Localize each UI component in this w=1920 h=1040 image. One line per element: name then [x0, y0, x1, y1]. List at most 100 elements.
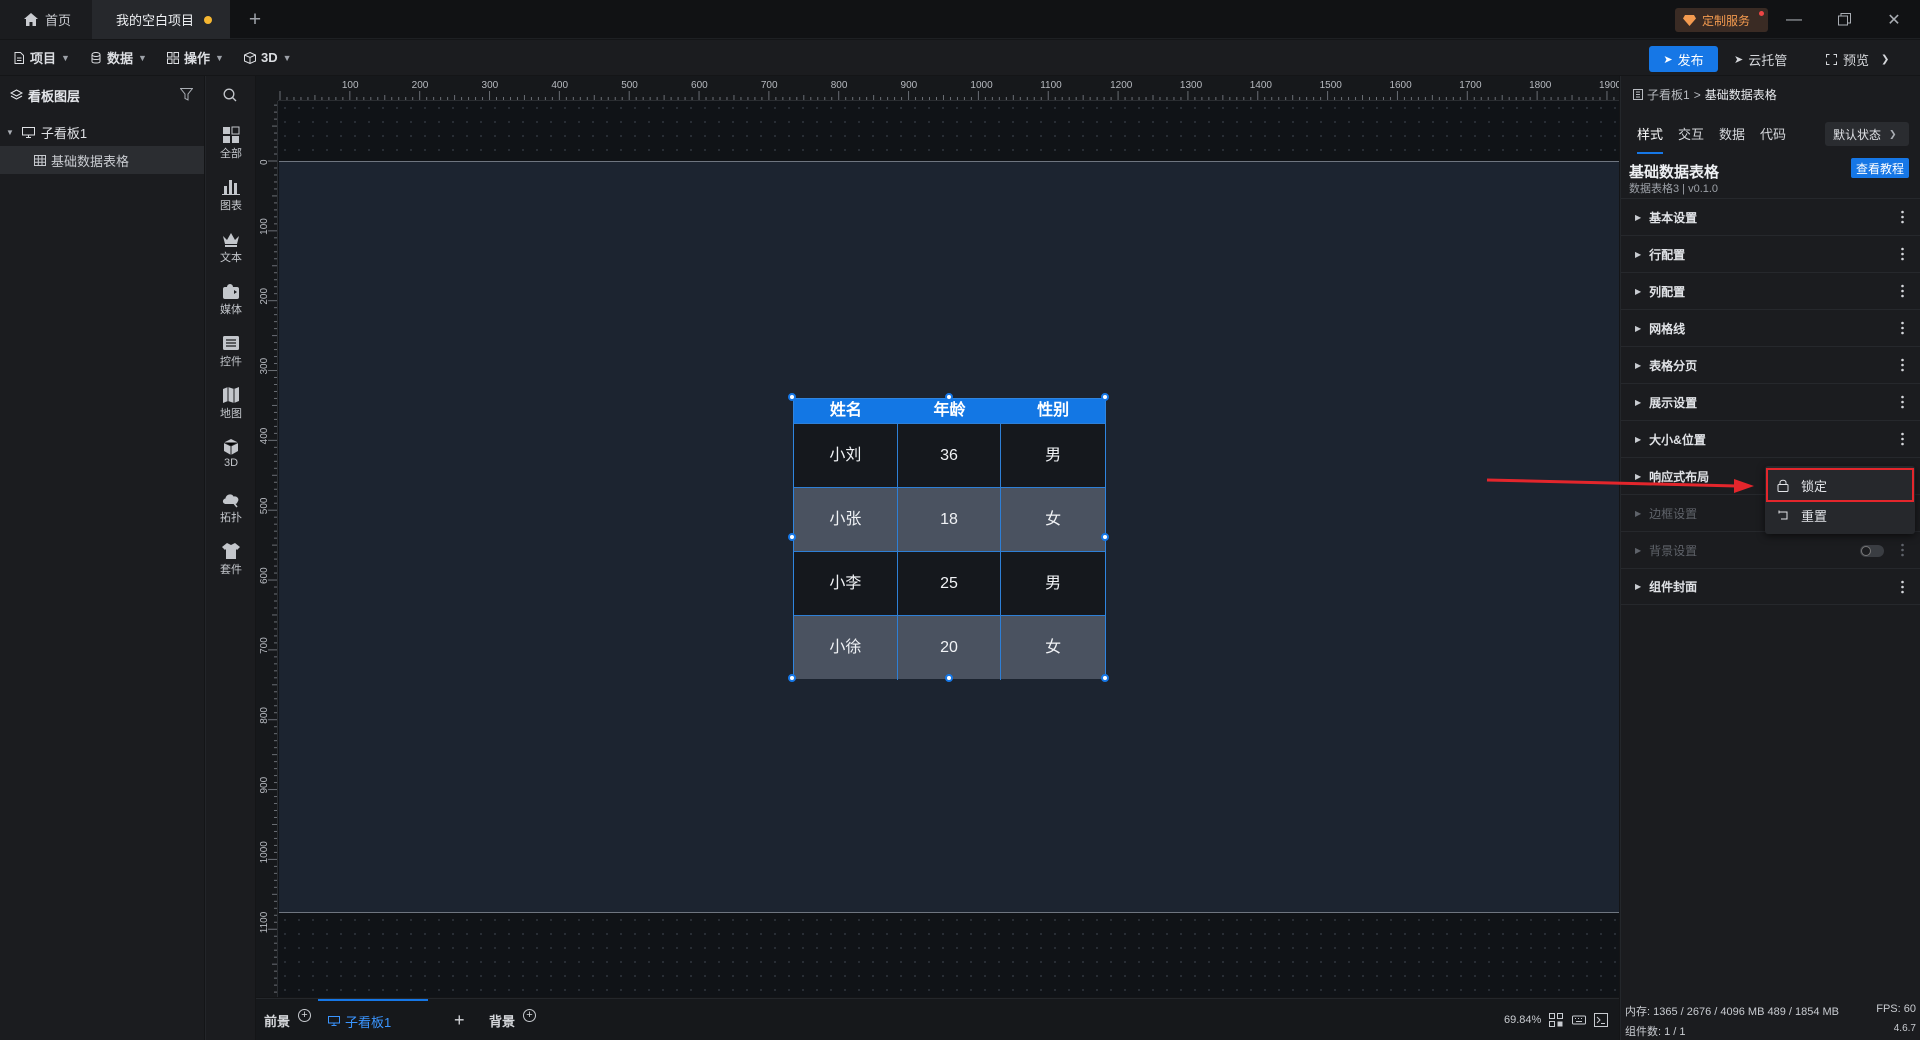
resize-handle[interactable] [1101, 674, 1109, 682]
tab-data[interactable]: 数据 [1719, 124, 1745, 154]
more-vertical-icon[interactable] [1901, 431, 1904, 447]
table-cell: 男 [1045, 575, 1062, 592]
category-all-label: 全部 [220, 148, 242, 160]
resize-handle[interactable] [945, 393, 953, 401]
category-control[interactable]: 控件 [206, 334, 256, 380]
publish-label: 发布 [1677, 52, 1704, 68]
layers-icon [10, 88, 23, 100]
preview-button[interactable]: 预览 ❯ [1826, 46, 1889, 72]
section-basic-settings[interactable]: ▶ 基本设置 [1621, 198, 1920, 235]
left-ruler[interactable]: 0 100 200 300 400 500 600 700 800 900 1000 1100 [256, 76, 278, 997]
caret-right-icon: ▶ [1635, 471, 1642, 481]
background-toggle[interactable] [1860, 545, 1884, 557]
layer-item-table[interactable]: 基础数据表格 [0, 146, 204, 174]
resize-handle[interactable] [788, 393, 796, 401]
section-row-config[interactable]: ▶ 行配置 [1621, 235, 1920, 272]
expand-triangle-icon[interactable]: ▼ [6, 128, 14, 137]
menu-3d[interactable]: 3D ▼ [244, 40, 292, 75]
section-background-settings[interactable]: ▶ 背景设置 [1621, 531, 1920, 568]
ruler-label: 1100 [259, 911, 270, 933]
category-topology[interactable]: 拓扑 [206, 490, 256, 536]
tab-home[interactable]: 首页 [0, 0, 92, 39]
ruler-label: 100 [259, 218, 270, 235]
add-circle-icon[interactable]: + [298, 1008, 312, 1022]
menu-3d-label: 3D [261, 50, 278, 65]
category-media[interactable]: 媒体 [206, 282, 256, 328]
table-cell: 小徐 [794, 616, 898, 680]
tab-code[interactable]: 代码 [1760, 124, 1786, 154]
view-tutorial-button[interactable]: 查看教程 [1851, 158, 1909, 178]
resize-handle[interactable] [1101, 533, 1109, 541]
menu-data[interactable]: 数据 ▼ [90, 40, 147, 75]
keyboard-icon[interactable] [1572, 1013, 1586, 1027]
section-display-settings[interactable]: ▶ 展示设置 [1621, 383, 1920, 420]
custom-service-button[interactable]: 定制服务 [1675, 8, 1768, 32]
minimize-button[interactable]: — [1770, 0, 1818, 39]
menu-project[interactable]: 项目 ▼ [13, 40, 70, 75]
search-icon[interactable] [223, 88, 237, 102]
table-cell: 小张 [794, 488, 898, 552]
table-cell: 女 [1045, 639, 1062, 656]
component-version: 数据表格3 | v0.1.0 [1629, 183, 1719, 195]
category-map[interactable]: 地图 [206, 386, 256, 432]
add-circle-icon[interactable]: + [523, 1008, 537, 1022]
more-vertical-icon[interactable] [1901, 283, 1904, 299]
top-ruler[interactable]: 100 200 300 400 500 600 700 800 900 1000 1100 1200 1… [256, 76, 1619, 101]
zoom-level[interactable]: 69.84% [1504, 999, 1541, 1040]
breadcrumb-parent[interactable]: 子看板1 [1647, 86, 1690, 103]
reset-icon [1778, 510, 1788, 519]
more-vertical-icon[interactable] [1901, 357, 1904, 373]
layer-item-board[interactable]: ▼ 子看板1 [0, 118, 204, 146]
state-select-value: 默认状态 [1833, 127, 1882, 142]
resize-handle[interactable] [788, 533, 796, 541]
more-vertical-icon[interactable] [1901, 246, 1904, 262]
component-title: 基础数据表格 [1629, 164, 1720, 181]
menu-item-reset[interactable]: 重置 [1765, 500, 1915, 530]
notification-badge [1759, 11, 1764, 16]
fit-screen-icon[interactable] [1549, 1013, 1563, 1027]
category-all[interactable]: 全部 [206, 126, 256, 172]
publish-button[interactable]: ➤ 发布 [1649, 46, 1718, 72]
component-count: 组件数: 1 / 1 [1625, 1026, 1686, 1038]
layer-board-label: 子看板1 [40, 125, 88, 141]
more-vertical-icon[interactable] [1901, 579, 1904, 595]
section-pagination[interactable]: ▶ 表格分页 [1621, 346, 1920, 383]
section-grid-lines[interactable]: ▶ 网格线 [1621, 309, 1920, 346]
resize-handle[interactable] [1101, 393, 1109, 401]
section-component-cover[interactable]: ▶ 组件封面 [1621, 568, 1920, 605]
foreground-tab[interactable]: 前景 + [264, 999, 312, 1040]
background-tab[interactable]: 背景 + [489, 999, 537, 1040]
category-chart[interactable]: 图表 [206, 178, 256, 224]
more-vertical-icon[interactable] [1901, 542, 1904, 558]
new-tab-button[interactable]: + [244, 0, 266, 39]
state-select[interactable]: 默认状态 ❯ [1825, 122, 1909, 146]
tab-project[interactable]: 我的空白项目 [92, 0, 230, 39]
category-control-label: 控件 [220, 356, 242, 368]
category-text[interactable]: 文本 [206, 230, 256, 276]
more-vertical-icon[interactable] [1901, 209, 1904, 225]
board-tab-active[interactable]: 子看板1 [318, 999, 428, 1040]
tab-style[interactable]: 样式 [1637, 124, 1664, 154]
tutorial-label: 查看教程 [1855, 161, 1904, 176]
resize-handle[interactable] [788, 674, 796, 682]
close-button[interactable]: ✕ [1870, 0, 1918, 39]
tab-interaction[interactable]: 交互 [1678, 124, 1704, 154]
more-vertical-icon[interactable] [1901, 320, 1904, 336]
add-board-button[interactable]: + [454, 999, 465, 1040]
terminal-icon[interactable] [1594, 1013, 1608, 1027]
table-row: 小徐 20 女 [794, 615, 1105, 680]
cloud-hosting-button[interactable]: ➤ 云托管 [1734, 46, 1787, 72]
more-vertical-icon[interactable] [1901, 394, 1904, 410]
database-icon [91, 51, 101, 63]
category-suite[interactable]: 套件 [206, 542, 256, 588]
resize-handle[interactable] [945, 674, 953, 682]
filter-icon[interactable] [180, 88, 193, 101]
menu-operate[interactable]: 操作 ▼ [167, 40, 224, 75]
caret-right-icon: ▶ [1635, 212, 1642, 222]
category-3d[interactable]: 3D [206, 438, 256, 484]
section-column-config[interactable]: ▶ 列配置 [1621, 272, 1920, 309]
section-size-position[interactable]: ▶ 大小&位置 [1621, 420, 1920, 457]
basic-data-table[interactable]: 姓名 年龄 性别 小刘 36 男 小张 18 女 小李 25 男 小徐 20 女 [793, 398, 1106, 680]
restore-button[interactable] [1820, 0, 1868, 39]
caret-right-icon: ▶ [1635, 397, 1642, 407]
